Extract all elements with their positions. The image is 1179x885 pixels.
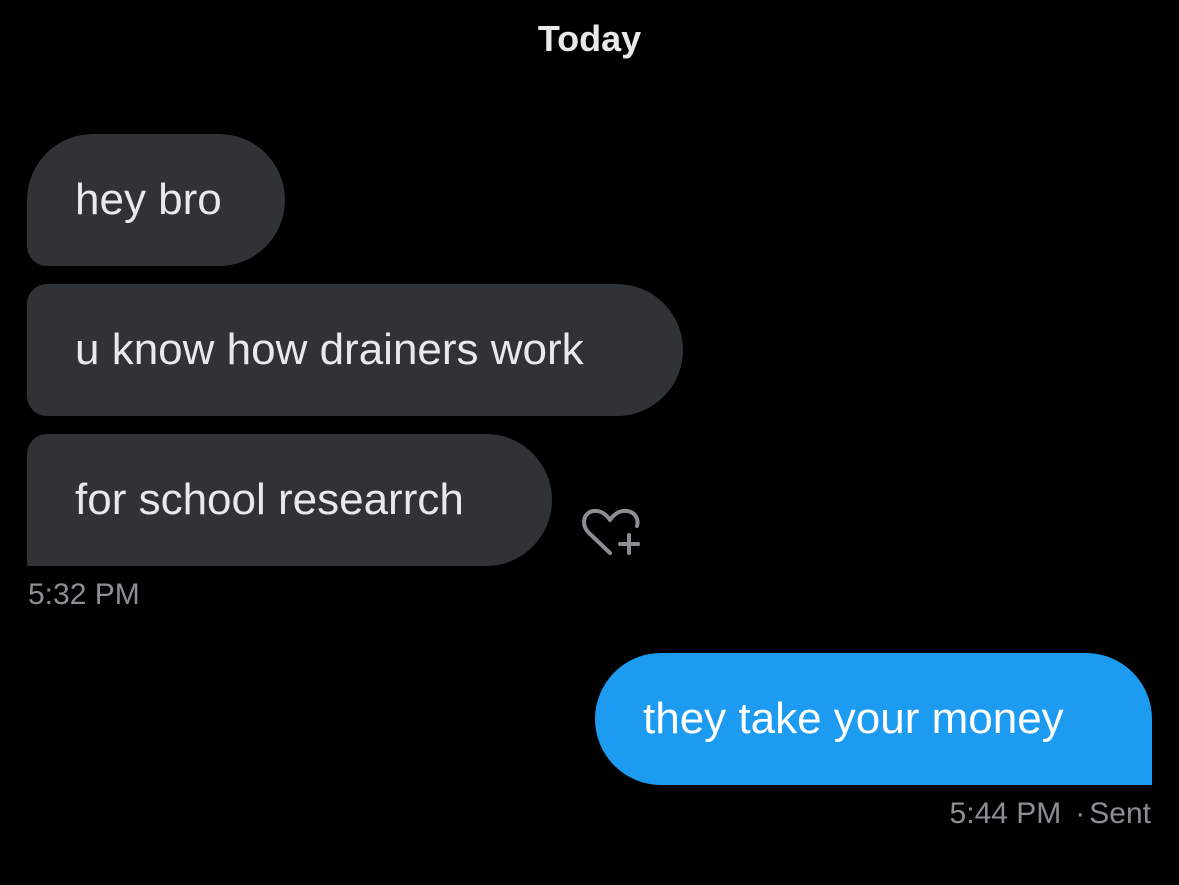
outgoing-meta: 5:44 PM · Sent	[950, 797, 1151, 831]
heart-plus-icon	[582, 508, 640, 555]
message-text: u know how drainers work	[75, 325, 584, 374]
outgoing-timestamp: 5:44 PM	[949, 797, 1062, 830]
incoming-timestamp: 5:32 PM	[28, 578, 140, 611]
outgoing-message-bubble[interactable]: they take your money	[595, 653, 1152, 785]
delivery-status: Sent	[1089, 797, 1151, 830]
meta-separator: ·	[1075, 797, 1086, 830]
message-text: hey bro	[75, 175, 222, 224]
date-header: Today	[537, 18, 642, 59]
incoming-message-bubble[interactable]: hey bro	[27, 134, 285, 266]
incoming-message-bubble[interactable]: u know how drainers work	[27, 284, 683, 416]
message-text: they take your money	[643, 694, 1064, 743]
incoming-message-bubble[interactable]: for school researrch	[27, 434, 552, 566]
add-reaction-button[interactable]	[580, 505, 646, 561]
message-text: for school researrch	[75, 475, 464, 524]
